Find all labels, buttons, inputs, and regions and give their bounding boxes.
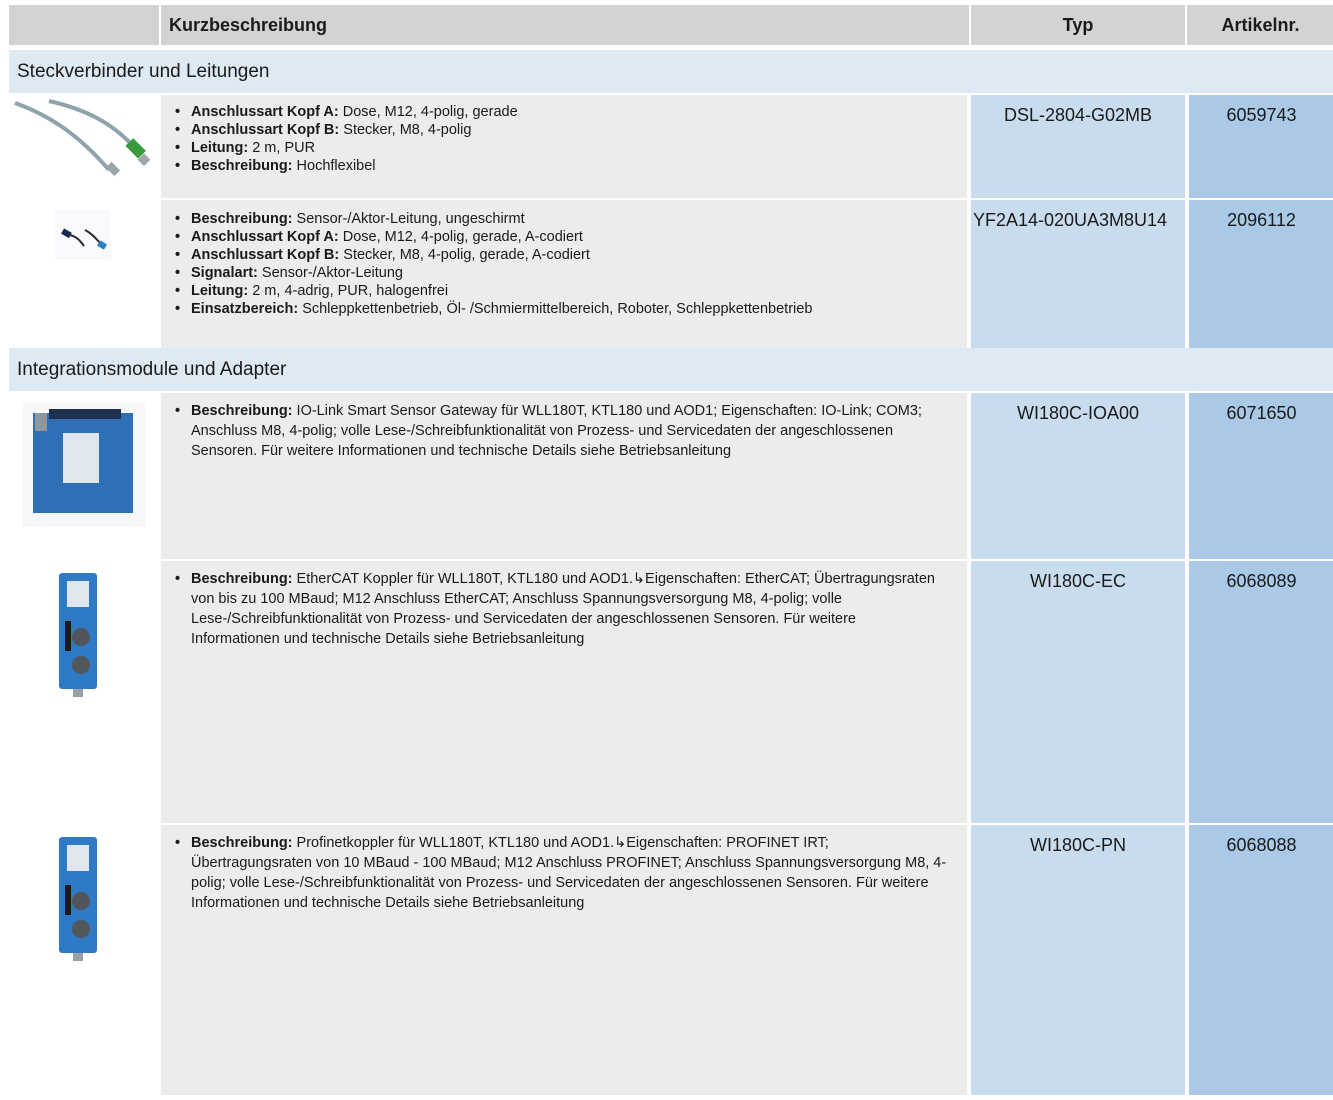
description-cell: Beschreibung: Profinetkoppler für WLL180…: [161, 825, 967, 1095]
typ-value: DSL-2804-G02MB: [1003, 105, 1153, 125]
product-image-ethercat-coupler: [9, 561, 157, 823]
list-item: Leitung: 2 m, 4-adrig, PUR, halogenfrei: [175, 282, 967, 300]
description-text: Beschreibung: IO-Link Smart Sensor Gatew…: [161, 393, 967, 461]
typ-value: WI180C-IOA00: [1016, 403, 1140, 423]
header-artikelnr: Artikelnr.: [1221, 15, 1300, 35]
header-kurzbeschreibung: Kurzbeschreibung: [169, 15, 328, 35]
typ-value: YF2A14-020UA3M8U14: [972, 210, 1168, 230]
list-item: Leitung: 2 m, PUR: [175, 139, 967, 157]
cable-icon: [55, 210, 111, 260]
typ-value: WI180C-EC: [1029, 571, 1127, 591]
description-text: Beschreibung: EtherCAT Koppler für WLL18…: [161, 561, 967, 649]
cable-icon: [14, 99, 151, 177]
list-item: Beschreibung: Sensor-/Aktor-Leitung, ung…: [175, 210, 967, 228]
product-image-cable-yf2a: [9, 200, 157, 348]
section-heading-integrationsmodule: Integrationsmodule und Adapter: [9, 348, 1333, 391]
artikelnr-value: 2096112: [1227, 210, 1296, 230]
header-divider: [159, 5, 161, 45]
artikelnr-cell: 6068089: [1189, 561, 1333, 823]
description-cell: Beschreibung: IO-Link Smart Sensor Gatew…: [161, 393, 967, 559]
product-image-gateway: [9, 393, 157, 559]
header-divider: [1185, 5, 1187, 45]
header-divider: [969, 5, 971, 45]
coupler-device-icon: [59, 573, 97, 697]
artikelnr-value: 6068088: [1226, 835, 1297, 855]
header-typ: Typ: [1062, 15, 1094, 35]
list-item: Beschreibung: Hochflexibel: [175, 157, 967, 175]
description-cell: Beschreibung: Sensor-/Aktor-Leitung, ung…: [161, 200, 967, 348]
product-image-profinet-coupler: [9, 825, 157, 1095]
gateway-device-icon: [23, 403, 145, 527]
artikelnr-value: 6071650: [1226, 403, 1297, 423]
list-item: Anschlussart Kopf A: Dose, M12, 4-polig,…: [175, 228, 967, 246]
section-heading-steckverbinder: Steckverbinder und Leitungen: [9, 50, 1333, 93]
table-header: Kurzbeschreibung Typ Artikelnr.: [9, 5, 1333, 45]
spec-list: Anschlussart Kopf A: Dose, M12, 4-polig,…: [161, 95, 967, 175]
typ-value: WI180C-PN: [1029, 835, 1127, 855]
list-item: Anschlussart Kopf B: Stecker, M8, 4-poli…: [175, 246, 967, 264]
artikelnr-cell: 6068088: [1189, 825, 1333, 1095]
list-item: Anschlussart Kopf B: Stecker, M8, 4-poli…: [175, 121, 967, 139]
typ-cell: DSL-2804-G02MB: [971, 95, 1185, 198]
list-item: Signalart: Sensor-/Aktor-Leitung: [175, 264, 967, 282]
description-cell: Anschlussart Kopf A: Dose, M12, 4-polig,…: [161, 95, 967, 198]
list-item: Einsatzbereich: Schleppkettenbetrieb, Öl…: [175, 300, 967, 318]
artikelnr-value: 6059743: [1226, 105, 1297, 125]
typ-cell: YF2A14-020UA3M8U14: [971, 200, 1185, 348]
typ-cell: WI180C-EC: [971, 561, 1185, 823]
coupler-device-icon: [59, 837, 97, 961]
typ-cell: WI180C-PN: [971, 825, 1185, 1095]
section-title: Steckverbinder und Leitungen: [17, 61, 270, 82]
artikelnr-cell: 6071650: [1189, 393, 1333, 559]
artikelnr-value: 6068089: [1226, 571, 1297, 591]
description-text: Beschreibung: Profinetkoppler für WLL180…: [161, 825, 967, 913]
spec-list: Beschreibung: Sensor-/Aktor-Leitung, ung…: [161, 200, 967, 318]
artikelnr-cell: 6059743: [1189, 95, 1333, 198]
typ-cell: WI180C-IOA00: [971, 393, 1185, 559]
product-image-cable-dsl: [9, 95, 157, 198]
artikelnr-cell: 2096112: [1189, 200, 1333, 348]
list-item: Anschlussart Kopf A: Dose, M12, 4-polig,…: [175, 103, 967, 121]
section-title: Integrationsmodule und Adapter: [17, 359, 287, 380]
description-cell: Beschreibung: EtherCAT Koppler für WLL18…: [161, 561, 967, 823]
